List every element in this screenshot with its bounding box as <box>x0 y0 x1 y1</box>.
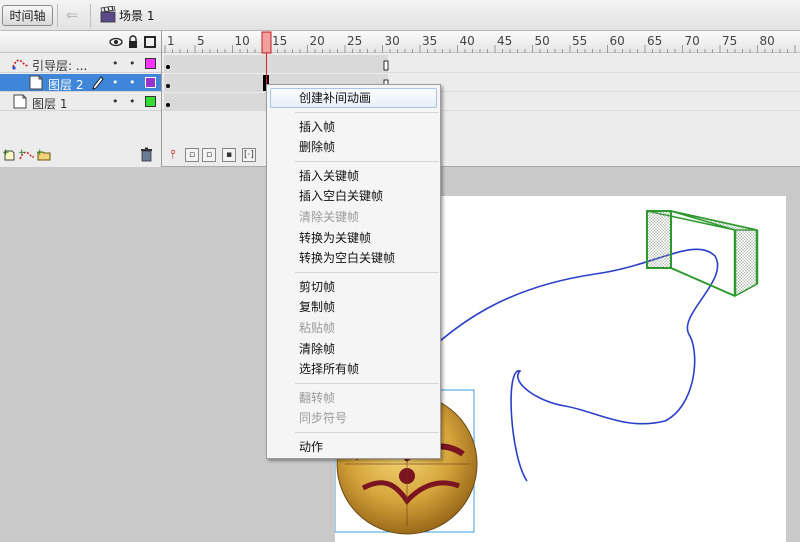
edit-multiple-frames-icon[interactable]: ▪ <box>222 148 236 162</box>
menu-item[interactable]: 插入帧 <box>270 117 437 137</box>
layer-header <box>0 31 161 53</box>
center-frame-icon[interactable]: ⫯ <box>166 148 180 162</box>
add-guide-icon[interactable]: + <box>18 148 34 162</box>
layer-row-1[interactable]: 图层 1 • • <box>0 93 161 111</box>
toolbar-divider <box>90 4 91 27</box>
frame-cells <box>164 93 389 111</box>
ruler-label: 65 <box>647 34 663 48</box>
ruler-label: 70 <box>684 34 700 48</box>
outline-icon[interactable] <box>143 35 157 49</box>
frame-grid[interactable]: 1 5 10 15 20 25 30 35 40 45 50 55 60 65 70 75 80 <box>162 31 800 167</box>
menu-item[interactable]: 动作 <box>270 437 437 457</box>
frame-context-menu: 创建补间动画 插入帧 删除帧插入关键帧 插入空白关键帧清除关键帧转换为关键帧 转换为空白… <box>266 84 441 459</box>
layer-name: 引导层: ... <box>32 59 88 73</box>
eye-icon[interactable] <box>109 35 123 49</box>
menu-item[interactable]: 插入关键帧 <box>270 166 437 186</box>
ruler-label: 1 <box>167 34 175 48</box>
menu-separator <box>295 111 439 113</box>
scene-label[interactable]: 场景 1 <box>119 7 154 24</box>
frame-row-guide[interactable] <box>162 55 800 73</box>
menu-item[interactable]: 创建补间动画 <box>270 88 437 108</box>
ruler-label: 20 <box>309 34 325 48</box>
ruler-label: 10 <box>234 34 250 48</box>
layer-icon <box>29 75 43 90</box>
menu-item: 清除关键帧 <box>299 210 360 224</box>
ruler-label: 15 <box>272 34 288 48</box>
outline-color-swatch[interactable] <box>145 77 156 88</box>
menu-item[interactable]: 插入空白关键帧 <box>270 186 437 206</box>
layer-name: 图层 2 <box>48 78 84 92</box>
outline-color-swatch[interactable] <box>145 96 156 107</box>
frame-row-layer-2[interactable] <box>162 74 800 92</box>
ruler-label: 75 <box>722 34 738 48</box>
ruler-label: 35 <box>422 34 438 48</box>
menu-item[interactable]: 删除帧 <box>270 137 437 157</box>
layer-row-guide[interactable]: 引导层: ... • • <box>0 55 161 73</box>
lock-dot[interactable]: • <box>129 76 136 89</box>
frame-ruler[interactable]: 1 5 10 15 20 25 30 35 40 45 50 55 60 65 70 75 80 <box>162 31 800 53</box>
ruler-label: 25 <box>347 34 363 48</box>
ruler-tick-marks <box>164 45 796 53</box>
scene-toolbar: 时间轴 ⇐ 场景 1 <box>0 0 800 31</box>
frame-cells <box>164 74 389 92</box>
visibility-dot[interactable]: • <box>112 76 119 89</box>
ruler-label: 50 <box>534 34 550 48</box>
lock-dot[interactable]: • <box>129 57 136 70</box>
ruler-label: 55 <box>572 34 588 48</box>
ruler-label: 60 <box>609 34 625 48</box>
menu-item[interactable]: 转换为空白关键帧 <box>270 248 437 268</box>
svg-text:+: + <box>18 148 26 158</box>
clapperboard-icon <box>100 6 116 23</box>
menu-item[interactable]: 复制帧 <box>270 297 437 317</box>
menu-item: 同步符号 <box>299 411 348 426</box>
ruler-label: 45 <box>497 34 513 48</box>
layer-icon <box>13 94 27 109</box>
back-arrow-icon[interactable]: ⇐ <box>63 7 81 23</box>
soccer-goal <box>646 210 759 298</box>
frame-row-layer-1[interactable] <box>162 93 800 111</box>
toolbar-divider <box>57 4 58 27</box>
ruler-label: 30 <box>384 34 400 48</box>
new-folder-icon[interactable]: + <box>36 148 52 162</box>
menu-item[interactable]: 选择所有帧 <box>270 359 437 379</box>
trash-icon[interactable] <box>140 147 153 162</box>
onion-markers-icon[interactable]: [·] <box>242 148 256 162</box>
pencil-icon <box>92 76 104 90</box>
lock-icon[interactable] <box>126 35 140 49</box>
menu-item[interactable]: 清除帧 <box>270 339 437 359</box>
menu-separator <box>295 432 439 433</box>
svg-text:+: + <box>2 148 10 158</box>
layer-footer: + + + <box>0 143 161 167</box>
new-layer-icon[interactable]: + <box>2 148 16 162</box>
ruler-label: 40 <box>459 34 475 48</box>
menu-item[interactable]: 剪切帧 <box>270 277 437 297</box>
menu-separator <box>295 382 439 384</box>
ruler-label: 5 <box>197 34 205 48</box>
menu-item[interactable]: 转换为关键帧 <box>270 228 437 248</box>
menu-item: 翻转帧 <box>299 390 336 405</box>
frame-footer: ⫯ ▫ ▫ ▪ [·] ||| <box>162 143 800 167</box>
outline-color-swatch[interactable] <box>145 58 156 69</box>
menu-item: 粘贴帧 <box>299 321 336 335</box>
onion-skin-icon[interactable]: ▫ <box>185 148 199 162</box>
visibility-dot[interactable]: • <box>112 57 119 70</box>
menu-separator <box>295 160 439 162</box>
frame-cells <box>164 55 389 73</box>
svg-text:+: + <box>36 148 44 158</box>
layer-row-2[interactable]: 图层 2 • • <box>0 74 161 92</box>
ruler-label: 80 <box>759 34 775 48</box>
guide-layer-icon <box>12 59 28 70</box>
visibility-dot[interactable]: • <box>112 95 119 108</box>
menu-separator <box>295 271 439 273</box>
timeline-button[interactable]: 时间轴 <box>2 5 53 26</box>
layer-list: 引导层: ... • • 图层 2 • • 图层 1 • • + + + <box>0 31 162 167</box>
layer-name: 图层 1 <box>32 97 68 111</box>
lock-dot[interactable]: • <box>129 95 136 108</box>
onion-outline-icon[interactable]: ▫ <box>202 148 216 162</box>
